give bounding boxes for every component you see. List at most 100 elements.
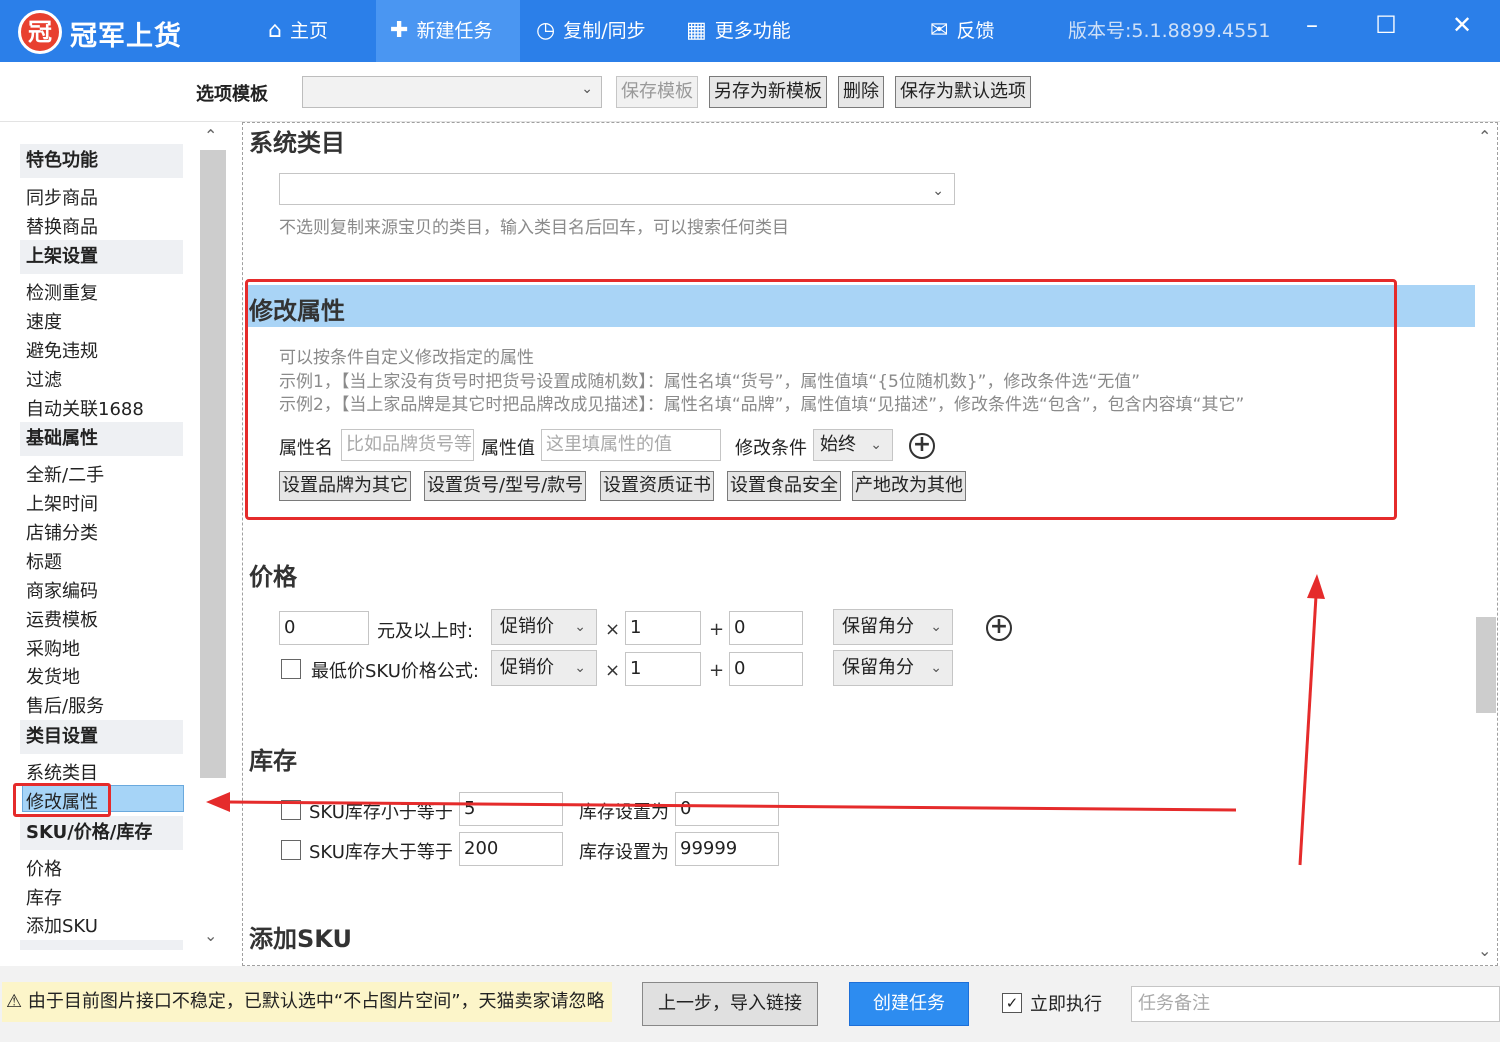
new-task-icon: ✚ bbox=[390, 18, 409, 43]
price-base-value: 促销价 bbox=[500, 616, 554, 637]
sidebar-item-shop-category[interactable]: 店铺分类 bbox=[26, 519, 98, 545]
system-category-title: 系统类目 bbox=[249, 129, 345, 157]
template-select[interactable]: ⌄ bbox=[302, 76, 602, 108]
multiply-sign: × bbox=[605, 660, 621, 681]
nav-more[interactable]: ▦ 更多功能 bbox=[672, 0, 805, 62]
nav-copy-sync[interactable]: ◷ 复制/同步 bbox=[522, 0, 660, 62]
maximize-button[interactable]: ☐ bbox=[1366, 0, 1406, 50]
stock-high-threshold-input[interactable]: 200 bbox=[459, 832, 563, 866]
price-round-value: 保留角分 bbox=[842, 616, 914, 637]
nav-feedback[interactable]: ✉ 反馈 bbox=[916, 0, 1008, 62]
min-price-addend-input[interactable]: 0 bbox=[729, 652, 803, 686]
sidebar-group-basic[interactable]: 基础属性 bbox=[20, 422, 183, 456]
save-template-button[interactable]: 保存模板 bbox=[616, 76, 698, 108]
delete-template-button[interactable]: 删除 bbox=[838, 76, 884, 108]
main-panel: 系统类目 ⌄ 不选则复制来源宝贝的类目，输入类目名后回车，可以搜索任何类目 修改… bbox=[242, 122, 1498, 966]
annotation-highlight-box bbox=[245, 279, 1397, 520]
price-threshold-label: 元及以上时: bbox=[377, 621, 474, 642]
plus-sign: + bbox=[709, 660, 725, 681]
sidebar: 特色功能 同步商品 替换商品 上架设置 检测重复 速度 避免违规 过滤 自动关联… bbox=[0, 122, 228, 964]
sidebar-item-replace[interactable]: 替换商品 bbox=[26, 213, 98, 239]
nav-new-task-label: 新建任务 bbox=[416, 20, 493, 42]
price-addend-input[interactable]: 0 bbox=[729, 611, 803, 645]
sidebar-item-stock[interactable]: 库存 bbox=[26, 884, 62, 910]
scroll-down-icon[interactable]: ⌄ bbox=[204, 926, 217, 945]
min-sku-price-checkbox[interactable] bbox=[281, 659, 301, 679]
create-task-button[interactable]: 创建任务 bbox=[849, 982, 969, 1026]
stock-low-set-input[interactable]: 0 bbox=[675, 792, 779, 826]
sidebar-item-listing-time[interactable]: 上架时间 bbox=[26, 490, 98, 516]
main-scroll-thumb[interactable] bbox=[1476, 617, 1496, 713]
close-button[interactable]: ✕ bbox=[1442, 0, 1482, 50]
nav-more-label: 更多功能 bbox=[714, 20, 791, 42]
sidebar-item-add-sku[interactable]: 添加SKU bbox=[26, 912, 98, 938]
min-price-round-value: 保留角分 bbox=[842, 657, 914, 678]
min-sku-price-label: 最低价SKU价格公式: bbox=[311, 661, 479, 682]
sidebar-item-violation[interactable]: 避免违规 bbox=[26, 337, 98, 363]
sidebar-item-duplicate[interactable]: 检测重复 bbox=[26, 279, 98, 305]
sidebar-item-filter[interactable]: 过滤 bbox=[26, 366, 62, 392]
execute-now-checkbox[interactable]: ✓ bbox=[1002, 993, 1022, 1013]
sidebar-scrollbar[interactable]: ⌃ ⌄ bbox=[200, 122, 226, 952]
sidebar-item-after-sales[interactable]: 售后/服务 bbox=[26, 692, 104, 718]
sidebar-item-speed[interactable]: 速度 bbox=[26, 308, 62, 334]
main-scrollbar[interactable]: ⌃ ⌄ bbox=[1475, 123, 1497, 965]
minimize-button[interactable]: – bbox=[1292, 0, 1332, 50]
price-threshold-input[interactable]: 0 bbox=[279, 611, 369, 645]
nav-feedback-label: 反馈 bbox=[956, 20, 995, 42]
sidebar-item-price[interactable]: 价格 bbox=[26, 855, 62, 881]
chevron-down-icon: ⌄ bbox=[574, 660, 586, 676]
stock-low-label: SKU库存小于等于 bbox=[309, 802, 453, 823]
nav-new-task[interactable]: ✚ 新建任务 bbox=[376, 0, 520, 62]
nav-home[interactable]: ⌂ 主页 bbox=[254, 0, 342, 62]
version-label: 版本号:5.1.8899.4551 bbox=[1068, 20, 1271, 42]
sidebar-group-sku[interactable]: SKU/价格/库存 bbox=[20, 816, 183, 850]
stock-low-checkbox[interactable] bbox=[281, 800, 301, 820]
scroll-down-icon[interactable]: ⌄ bbox=[1478, 941, 1491, 960]
task-note-input[interactable]: 任务备注 bbox=[1131, 986, 1500, 1022]
nav-home-label: 主页 bbox=[289, 20, 328, 42]
sidebar-group-features[interactable]: 特色功能 bbox=[20, 144, 183, 178]
stock-high-set-input[interactable]: 99999 bbox=[675, 832, 779, 866]
sidebar-group-listing[interactable]: 上架设置 bbox=[20, 240, 183, 274]
sidebar-item-ship-from[interactable]: 发货地 bbox=[26, 663, 80, 689]
grid-icon: ▦ bbox=[686, 18, 707, 43]
price-base-select[interactable]: 促销价 ⌄ bbox=[491, 609, 597, 645]
save-default-button[interactable]: 保存为默认选项 bbox=[895, 76, 1031, 108]
chevron-down-icon: ⌄ bbox=[932, 183, 944, 199]
add-price-rule-icon[interactable]: + bbox=[986, 615, 1012, 641]
sidebar-group-category[interactable]: 类目设置 bbox=[20, 720, 183, 754]
min-price-multiplier-input[interactable]: 1 bbox=[625, 652, 701, 686]
stock-low-threshold-input[interactable]: 5 bbox=[459, 792, 563, 826]
app-logo-icon: 冠 bbox=[18, 10, 62, 54]
price-title: 价格 bbox=[249, 563, 297, 591]
warning-text: 由于目前图片接口不稳定，已默认选中“不占图片空间”，天猫卖家请忽略 bbox=[27, 991, 605, 1012]
save-as-new-template-button[interactable]: 另存为新模板 bbox=[709, 76, 827, 108]
min-price-base-select[interactable]: 促销价 ⌄ bbox=[491, 650, 597, 686]
system-category-select[interactable]: ⌄ bbox=[279, 173, 955, 205]
annotation-sidebar-box bbox=[13, 783, 111, 817]
sidebar-item-title[interactable]: 标题 bbox=[26, 548, 62, 574]
scroll-up-icon[interactable]: ⌃ bbox=[204, 126, 217, 145]
sidebar-item-purchase-place[interactable]: 采购地 bbox=[26, 635, 80, 661]
sidebar-item-condition[interactable]: 全新/二手 bbox=[26, 461, 104, 487]
bottom-bar: ⚠ 由于目前图片接口不稳定，已默认选中“不占图片空间”，天猫卖家请忽略 上一步，… bbox=[0, 966, 1500, 1042]
template-label: 选项模板 bbox=[196, 84, 268, 105]
sidebar-item-shipping-template[interactable]: 运费模板 bbox=[26, 606, 98, 632]
min-price-round-select[interactable]: 保留角分 ⌄ bbox=[833, 650, 953, 686]
app-name: 冠军上货 bbox=[70, 21, 182, 52]
sidebar-item-sync[interactable]: 同步商品 bbox=[26, 184, 98, 210]
chevron-down-icon: ⌄ bbox=[930, 660, 942, 676]
sidebar-item-merchant-code[interactable]: 商家编码 bbox=[26, 577, 98, 603]
system-category-hint: 不选则复制来源宝贝的类目，输入类目名后回车，可以搜索任何类目 bbox=[279, 218, 789, 238]
sidebar-scroll-thumb[interactable] bbox=[200, 150, 226, 778]
price-multiplier-input[interactable]: 1 bbox=[625, 611, 701, 645]
warning-banner: ⚠ 由于目前图片接口不稳定，已默认选中“不占图片空间”，天猫卖家请忽略 bbox=[2, 982, 612, 1022]
previous-step-button[interactable]: 上一步，导入链接 bbox=[642, 982, 818, 1026]
sidebar-item-system-category[interactable]: 系统类目 bbox=[26, 759, 98, 785]
scroll-up-icon[interactable]: ⌃ bbox=[1478, 127, 1491, 146]
execute-now-label: 立即执行 bbox=[1030, 994, 1102, 1015]
sidebar-item-link1688[interactable]: 自动关联1688 bbox=[26, 395, 144, 421]
price-round-select[interactable]: 保留角分 ⌄ bbox=[833, 609, 953, 645]
stock-high-checkbox[interactable] bbox=[281, 840, 301, 860]
